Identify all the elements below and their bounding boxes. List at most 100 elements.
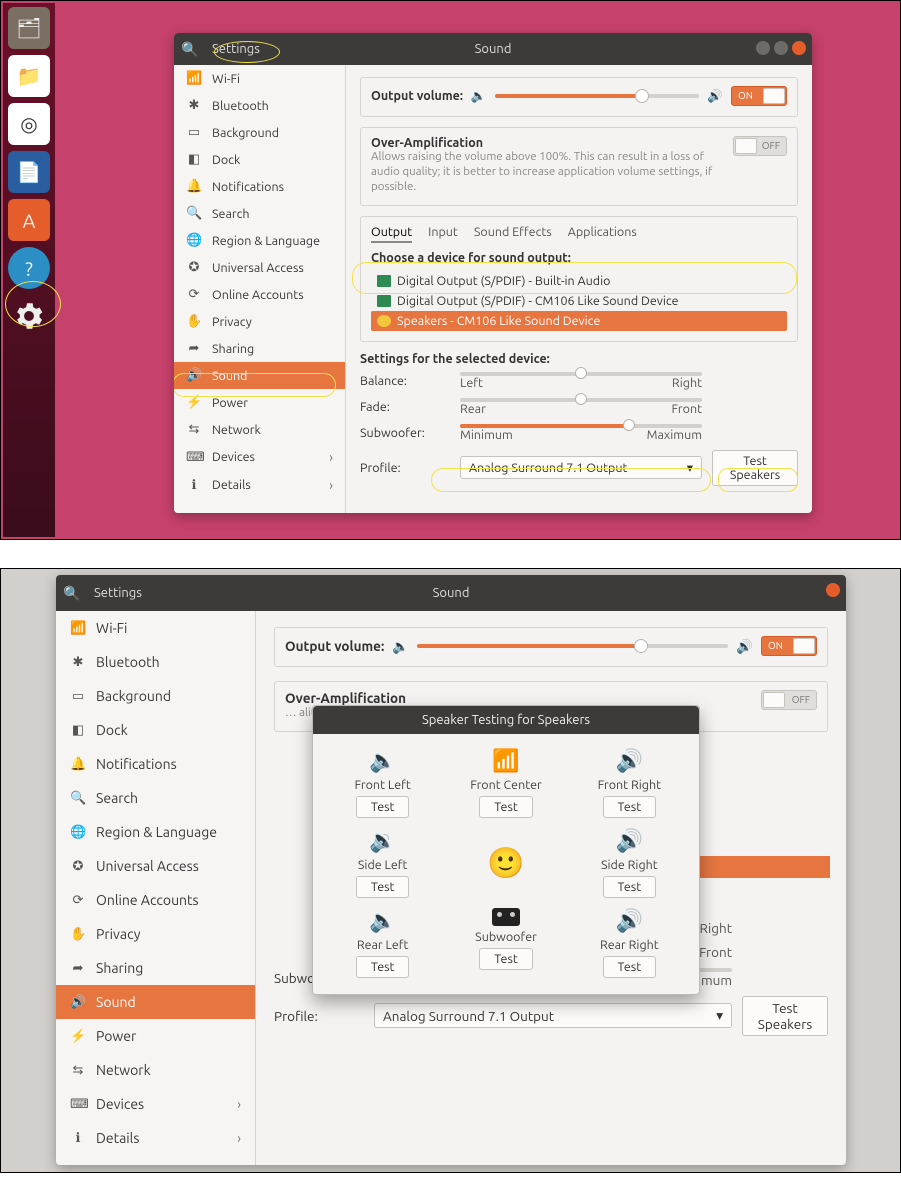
search-icon[interactable]: 🔍 [174,41,206,58]
speaker-test-button[interactable]: Test [479,796,533,818]
tab-output[interactable]: Output [371,225,412,243]
sidebar-item-power[interactable]: ⚡Power [56,1019,255,1053]
device-row[interactable]: Digital Output (S/PDIF) - Built-in Audio [371,271,787,291]
sidebar-icon: ℹ [186,478,202,493]
launcher-files-icon[interactable]: 🗂 [8,7,50,49]
overamp-toggle[interactable] [761,690,817,710]
sidebar-item-details[interactable]: ℹDetails› [174,471,345,499]
speaker-test-button[interactable]: Test [603,796,657,818]
launcher-files2-icon[interactable]: 📁 [8,55,50,97]
device-list-title: Choose a device for sound output: [371,251,787,265]
overamp-toggle[interactable] [733,136,787,156]
sidebar-icon: ✋ [186,314,202,329]
search-icon[interactable]: 🔍 [56,585,88,602]
launcher-writer-icon[interactable]: 📄 [8,151,50,193]
tab-sound-effects[interactable]: Sound Effects [474,225,552,243]
sidebar-item-universal-access[interactable]: ✪Universal Access [174,254,345,281]
profile-select[interactable]: Analog Surround 7.1 Output▾ [460,456,702,479]
sidebar-item-privacy[interactable]: ✋Privacy [174,308,345,335]
launcher-rhythmbox-icon[interactable]: ◎ [8,103,50,145]
speaker-label: Front Right [598,778,661,792]
window-close[interactable] [792,41,806,55]
speaker-test-button[interactable]: Test [356,876,410,898]
speaker-test-button[interactable]: Test [603,876,657,898]
speaker-test-button[interactable]: Test [356,956,410,978]
output-volume-label: Output volume: [371,89,463,103]
speaker-side-right: 🔊Side RightTest [572,828,687,898]
sidebar-item-wi-fi[interactable]: 📶Wi-Fi [56,611,255,645]
app-title: Settings [88,586,156,600]
sidebar-item-online-accounts[interactable]: ⟳Online Accounts [174,281,345,308]
sidebar-item-details[interactable]: ℹDetails› [56,1121,255,1155]
sidebar-item-wi-fi[interactable]: 📶Wi-Fi [174,65,345,92]
speaker-test-button[interactable]: Test [356,796,410,818]
output-volume-toggle[interactable] [731,86,787,106]
tab-applications[interactable]: Applications [568,225,637,243]
ubuntu-launcher: 🗂 📁 ◎ 📄 A ? [3,3,55,537]
balance-slider[interactable] [460,372,702,376]
sidebar-item-sharing[interactable]: ➦Sharing [174,335,345,362]
window-minimize[interactable] [756,41,770,55]
speaker-test-button[interactable]: Test [603,956,657,978]
speaker-icon: 📶 [492,748,519,774]
sidebar-item-network[interactable]: ⇆Network [174,416,345,443]
sidebar-item-privacy[interactable]: ✋Privacy [56,917,255,951]
launcher-software-icon[interactable]: A [8,199,50,241]
output-volume-toggle[interactable] [761,636,817,656]
sidebar-item-region-language[interactable]: 🌐Region & Language [56,815,255,849]
output-volume-slider[interactable] [495,94,700,98]
sidebar-item-background[interactable]: ▭Background [56,679,255,713]
device-row[interactable]: Digital Output (S/PDIF) - CM106 Like Sou… [371,291,787,311]
sidebar-item-search[interactable]: 🔍Search [174,200,345,227]
speaker-icon: 🔊 [616,908,643,934]
sidebar-item-devices[interactable]: ⌨Devices› [56,1087,255,1121]
launcher-help-icon[interactable]: ? [8,247,50,289]
launcher-settings-icon[interactable] [8,295,50,337]
titlebar: 🔍 Settings Sound [56,575,846,611]
output-volume-slider[interactable] [417,644,728,648]
sidebar-item-network[interactable]: ⇆Network [56,1053,255,1087]
sidebar-item-universal-access[interactable]: ✪Universal Access [56,849,255,883]
fade-slider[interactable] [460,398,702,402]
sidebar-item-sound[interactable]: 🔊Sound [56,985,255,1019]
sidebar-item-dock[interactable]: ◧Dock [174,146,345,173]
device-row-selected[interactable]: Speakers - CM106 Like Sound Device [371,311,787,331]
settings-sidebar: 📶Wi-Fi✱Bluetooth▭Background◧Dock🔔Notific… [56,611,256,1165]
fade-label: Fade: [360,400,450,414]
window-maximize[interactable] [774,41,788,55]
sidebar-item-sharing[interactable]: ➦Sharing [56,951,255,985]
output-volume-label: Output volume: [285,638,384,654]
sidebar-item-label: Online Accounts [212,288,304,302]
sidebar-item-label: Details [212,478,251,492]
sidebar-item-label: Search [212,207,250,221]
sidebar-item-label: Notifications [96,756,177,772]
sidebar-item-background[interactable]: ▭Background [174,119,345,146]
subwoofer-slider[interactable] [460,424,702,428]
sidebar-item-devices[interactable]: ⌨Devices› [174,443,345,471]
sidebar-item-bluetooth[interactable]: ✱Bluetooth [56,645,255,679]
tab-input[interactable]: Input [428,225,458,243]
sidebar-item-label: Region & Language [96,824,217,840]
window-close[interactable] [826,583,840,597]
overamp-title: Over-Amplification [285,690,406,706]
sidebar-item-search[interactable]: 🔍Search [56,781,255,815]
speaker-icon: 🔉 [369,828,396,854]
sidebar-item-dock[interactable]: ◧Dock [56,713,255,747]
sidebar-icon: ⌨ [70,1097,86,1112]
sidebar-item-online-accounts[interactable]: ⟳Online Accounts [56,883,255,917]
test-speakers-button[interactable]: Test Speakers [742,996,828,1036]
volume-low-icon: 🔈 [392,638,409,655]
sidebar-item-notifications[interactable]: 🔔Notifications [56,747,255,781]
sidebar-item-region-language[interactable]: 🌐Region & Language [174,227,345,254]
sidebar-item-sound[interactable]: 🔊Sound [174,362,345,389]
speaker-icon: 🔈 [369,748,396,774]
test-speakers-button[interactable]: Test Speakers [712,450,798,486]
subwoofer-icon [492,908,520,926]
sidebar-item-notifications[interactable]: 🔔Notifications [174,173,345,200]
sidebar-item-label: Network [96,1062,151,1078]
speaker-test-button[interactable]: Test [479,948,533,970]
sidebar-item-bluetooth[interactable]: ✱Bluetooth [174,92,345,119]
selected-device-settings-title: Settings for the selected device: [360,352,798,366]
sidebar-item-power[interactable]: ⚡Power [174,389,345,416]
profile-select[interactable]: Analog Surround 7.1 Output▾ [374,1003,732,1028]
